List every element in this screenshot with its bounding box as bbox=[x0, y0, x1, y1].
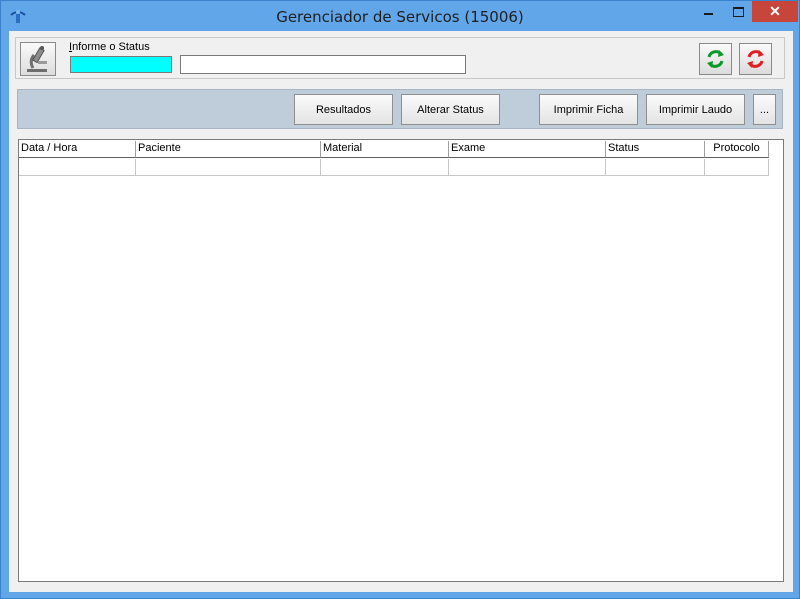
alterar-status-button[interactable]: Alterar Status bbox=[401, 94, 500, 125]
action-toolbar: Resultados Alterar Status Imprimir Ficha… bbox=[17, 89, 783, 129]
column-header-exame[interactable]: Exame bbox=[449, 141, 606, 158]
table-cell[interactable] bbox=[606, 159, 705, 176]
column-header-status[interactable]: Status bbox=[606, 141, 705, 158]
status-label-text: nforme o Status bbox=[72, 41, 150, 53]
column-header-protocolo[interactable]: Protocolo bbox=[705, 141, 769, 158]
title-bar[interactable]: Gerenciador de Servicos (15006) ✕ bbox=[1, 1, 799, 31]
column-header-data-hora[interactable]: Data / Hora bbox=[19, 141, 136, 158]
grid-header: Data / Hora Paciente Material Exame Stat… bbox=[19, 141, 769, 158]
table-cell[interactable] bbox=[449, 159, 606, 176]
refresh-green-button[interactable] bbox=[699, 43, 732, 75]
table-cell[interactable] bbox=[19, 159, 136, 176]
table-row[interactable] bbox=[19, 159, 769, 176]
refresh-red-button[interactable] bbox=[739, 43, 772, 75]
maximize-icon bbox=[733, 7, 744, 17]
resultados-button[interactable]: Resultados bbox=[294, 94, 393, 125]
imprimir-laudo-button[interactable]: Imprimir Laudo bbox=[646, 94, 745, 125]
table-cell[interactable] bbox=[705, 159, 769, 176]
main-window: Gerenciador de Servicos (15006) ✕ Inform… bbox=[0, 0, 800, 599]
table-cell[interactable] bbox=[136, 159, 321, 176]
window-title: Gerenciador de Servicos (15006) bbox=[276, 8, 524, 26]
column-header-material[interactable]: Material bbox=[321, 141, 449, 158]
client-area: Informe o Status Resultados Alterar Stat… bbox=[9, 31, 793, 592]
status-color-field[interactable] bbox=[70, 56, 172, 73]
column-header-paciente[interactable]: Paciente bbox=[136, 141, 321, 158]
status-panel: Informe o Status bbox=[15, 37, 785, 79]
status-text-field[interactable] bbox=[180, 55, 466, 74]
refresh-red-icon bbox=[747, 50, 764, 68]
more-options-button[interactable]: ... bbox=[753, 94, 776, 125]
maximize-button[interactable] bbox=[724, 1, 752, 22]
microscope-icon bbox=[27, 46, 47, 72]
microscope-button[interactable] bbox=[20, 42, 56, 76]
imprimir-ficha-button[interactable]: Imprimir Ficha bbox=[539, 94, 638, 125]
table-cell[interactable] bbox=[321, 159, 449, 176]
minimize-icon bbox=[704, 13, 713, 15]
close-button[interactable]: ✕ bbox=[752, 1, 798, 22]
refresh-green-icon bbox=[707, 50, 724, 68]
minimize-button[interactable] bbox=[694, 1, 724, 22]
status-label: Informe o Status bbox=[69, 41, 150, 53]
services-grid[interactable]: Data / Hora Paciente Material Exame Stat… bbox=[18, 139, 784, 582]
close-icon: ✕ bbox=[769, 3, 781, 19]
